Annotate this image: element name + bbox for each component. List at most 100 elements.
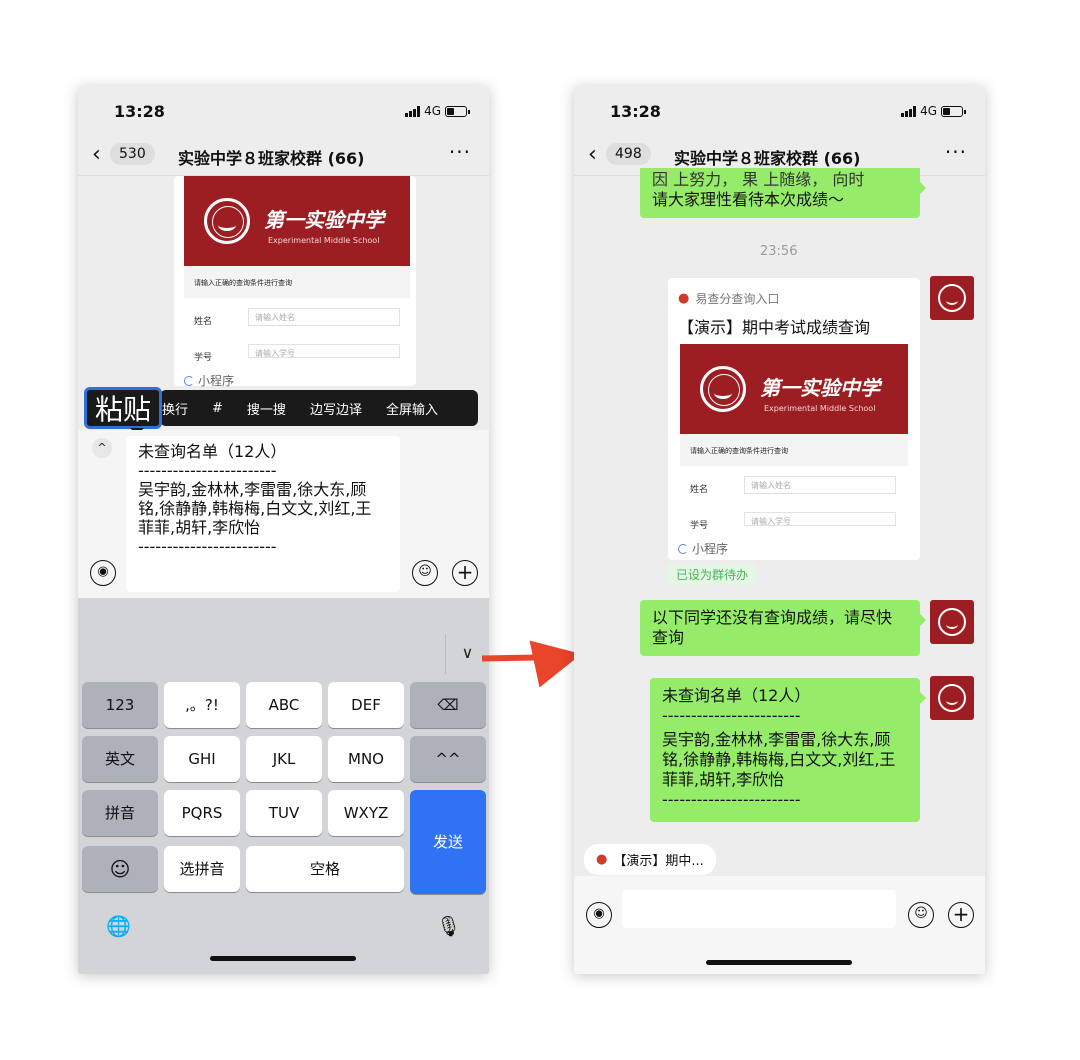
school-name-en: Experimental Middle School [764,404,876,413]
menu-item-newline[interactable]: 换行 [160,399,200,418]
mini-program-icon [184,375,194,386]
key-ghi[interactable]: GHI [164,736,240,782]
quoted-message-chip[interactable]: ● 【演示】期中... [584,844,716,875]
status-bar: 13:28 4G [574,86,985,138]
message-line: ------------------------ [662,790,801,809]
collapse-keyboard-icon[interactable]: ∨ [445,634,489,674]
input-line: 吴宇韵,金林林,李雷雷,徐大东,顾 [138,480,367,499]
key-mno[interactable]: MNO [328,736,404,782]
voice-icon[interactable]: ◉ [586,902,612,928]
name-label: 姓名 [690,485,709,495]
school-name-cn: 第一实验中学 [760,376,880,400]
message-line: 请大家理性看待本次成绩～ [652,190,845,209]
status-time: 13:28 [114,102,165,121]
input-line: 铭,徐静静,韩梅梅,白文文,刘红,王 [138,499,372,518]
name-input[interactable]: 请输入姓名 [248,308,400,326]
message-bubble[interactable]: 未查询名单（12人） ------------------------ 吴宇韵,… [650,678,926,822]
mini-program-tag: 小程序 [184,372,234,389]
expand-icon[interactable]: ^ [92,438,112,458]
mini-program-card[interactable]: ● 易查分查询入口 【演示】期中考试成绩查询 第一实验中学 Experiment… [668,278,920,560]
mini-program-label: 小程序 [198,374,235,388]
mini-program-tag: 小程序 [678,540,728,557]
group-todo-badge[interactable]: 已设为群待办 [668,564,757,585]
network-label: 4G [920,104,937,118]
key-punct[interactable]: ,。?! [164,682,240,728]
network-label: 4G [424,104,441,118]
message-input[interactable]: 未查询名单（12人） ------------------------ 吴宇韵,… [126,436,400,592]
key-emoticon[interactable]: ^^ [410,736,486,782]
mini-program-card[interactable]: 第一实验中学 Experimental Middle School 请输入正确的… [174,176,416,389]
back-icon[interactable]: ‹ [588,142,597,167]
home-indicator [706,960,852,965]
message-line: ------------------------ [662,706,801,725]
source-logo-icon: ● [678,291,690,306]
status-bar: 13:28 4G [78,86,489,138]
name-input[interactable]: 请输入姓名 [744,476,896,494]
key-pinyin[interactable]: 拼音 [82,790,158,836]
key-select-pinyin[interactable]: 选拼音 [164,846,240,892]
menu-item-search[interactable]: 搜一搜 [235,399,298,418]
school-emblem-icon [204,198,250,244]
message-line: 铭,徐静静,韩梅梅,白文文,刘红,王 [662,750,896,769]
message-composer: ^ 未查询名单（12人） ------------------------ 吴宇… [78,430,489,598]
card-source-label: 易查分查询入口 [695,292,780,306]
key-space[interactable]: 空格 [246,846,404,892]
menu-item-translate[interactable]: 边写边译 [298,399,374,418]
more-icon[interactable]: ··· [945,140,967,164]
school-name-en: Experimental Middle School [268,236,380,245]
name-label: 姓名 [194,317,213,327]
keyboard: 123 ,。?! ABC DEF ⌫ 英文 GHI JKL MNO ^^ 拼音 … [78,682,489,974]
emoji-icon[interactable]: ☺ [412,560,438,586]
mini-program-label: 小程序 [692,542,729,556]
chat-navbar: ‹ 530 实验中学８班家校群 (66) ··· [78,138,489,176]
key-pqrs[interactable]: PQRS [164,790,240,836]
message-line: 未查询名单（12人） [662,686,811,705]
key-def[interactable]: DEF [328,682,404,728]
message-input[interactable] [622,890,896,928]
microphone-icon[interactable]: 🎙 [436,914,461,938]
status-time: 13:28 [610,102,661,121]
key-english[interactable]: 英文 [82,736,158,782]
emoji-icon[interactable]: ☺ [908,902,934,928]
avatar[interactable] [930,276,974,320]
key-tuv[interactable]: TUV [246,790,322,836]
id-input[interactable]: 请输入学号 [744,512,896,526]
source-logo-icon: ● [596,852,608,867]
message-bubble[interactable]: 因 上努力， 果 上随缘， 向时 请大家理性看待本次成绩～ [640,168,926,218]
id-input[interactable]: 请输入学号 [248,344,400,358]
avatar[interactable] [930,600,974,644]
key-jkl[interactable]: JKL [246,736,322,782]
key-wxyz[interactable]: WXYZ [328,790,404,836]
unread-count-badge[interactable]: 498 [606,143,651,165]
school-emblem-icon [700,366,746,412]
message-bubble[interactable]: 以下同学还没有查询成绩，请尽快 查询 [640,600,926,656]
backspace-icon[interactable]: ⌫ [410,682,486,728]
unread-count-badge[interactable]: 530 [110,143,155,165]
message-line: 菲菲,胡轩,李欣怡 [662,770,785,789]
id-label: 学号 [690,521,709,531]
globe-icon[interactable]: 🌐 [106,914,131,938]
send-button[interactable]: 发送 [410,790,486,894]
edit-menu: 换行 # 搜一搜 边写边译 全屏输入 [160,390,478,426]
menu-item-hashtag[interactable]: # [200,401,235,416]
transition-arrow-shaft [481,654,541,662]
message-line: 因 上努力， 果 上随缘， 向时 [652,170,865,189]
form-hint-box: 请输入正确的查询条件进行查询 [680,434,908,466]
back-icon[interactable]: ‹ [92,142,101,167]
input-line: ------------------------ [138,537,277,556]
input-line: 菲菲,胡轩,李欣怡 [138,518,261,537]
key-abc[interactable]: ABC [246,682,322,728]
form-hint: 请输入正确的查询条件进行查询 [690,447,788,455]
plus-icon[interactable]: + [948,902,974,928]
voice-icon[interactable]: ◉ [90,560,116,586]
more-icon[interactable]: ··· [449,140,471,164]
menu-item-fullscreen[interactable]: 全屏输入 [374,399,450,418]
emoji-key-icon[interactable]: ☺ [82,846,158,892]
key-123[interactable]: 123 [82,682,158,728]
card-title: 【演示】期中考试成绩查询 [678,318,871,337]
plus-icon[interactable]: + [452,560,478,586]
phone-right-screen: 13:28 4G ‹ 498 实验中学８班家校群 (66) ··· 因 上努力，… [574,86,985,974]
form-hint-box: 请输入正确的查询条件进行查询 [184,266,410,298]
paste-button[interactable]: 粘贴 [84,387,162,429]
avatar[interactable] [930,676,974,720]
